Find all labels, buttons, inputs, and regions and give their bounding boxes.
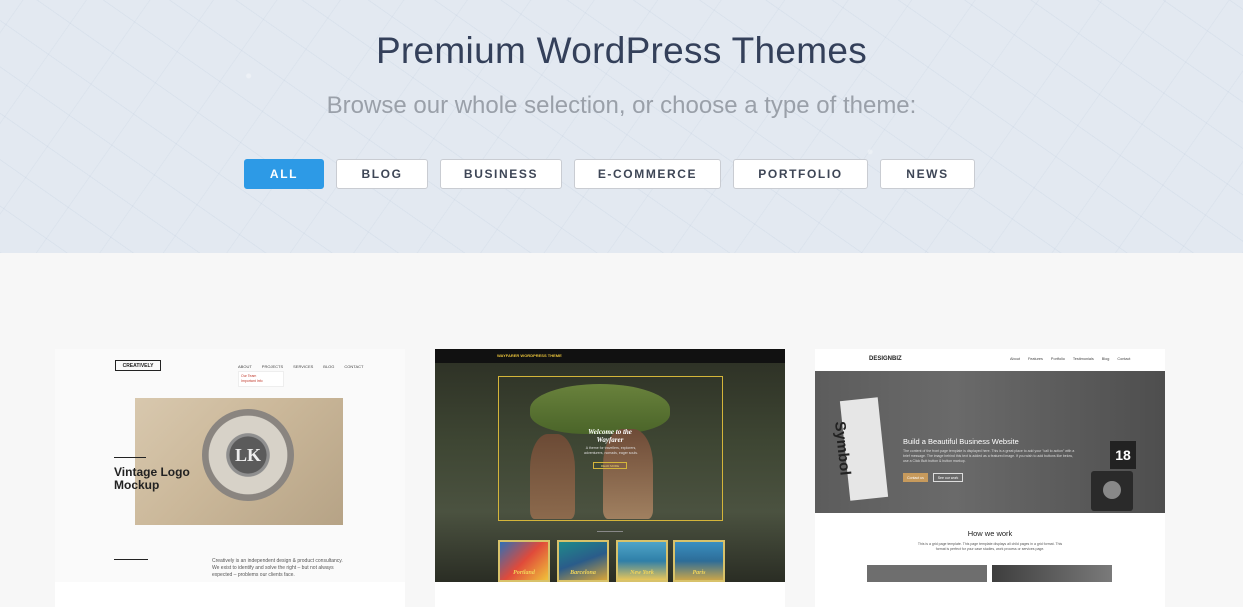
filter-ecommerce-button[interactable]: E-COMMERCE — [574, 159, 721, 189]
preview-nav-item: CONTACT — [344, 364, 364, 369]
theme-card-creatively[interactable]: CREATIVELY ABOUT PROJECTS SERVICES BLOG … — [55, 349, 405, 607]
page-subtitle: Browse our whole selection, or choose a … — [326, 92, 917, 119]
theme-preview-image[interactable]: WAYFARER WORDPRESS THEME Welcome to the … — [435, 349, 785, 582]
preview-welcome: Welcome to the Wayfarer — [588, 428, 632, 444]
preview-poster: New York — [616, 540, 668, 582]
preview-book-title: Symbol — [831, 420, 854, 477]
hero-section: Premium WordPress Themes Browse our whol… — [0, 0, 1243, 253]
preview-poster: Paris — [673, 540, 725, 582]
theme-preview-image[interactable]: CREATIVELY ABOUT PROJECTS SERVICES BLOG … — [55, 349, 405, 582]
preview-section-text: This is a grid page template. This page … — [917, 542, 1063, 551]
preview-poster-label: Portland — [513, 570, 535, 576]
preview-nav-item: SERVICES — [293, 364, 314, 369]
filter-blog-button[interactable]: BLOG — [336, 159, 428, 189]
divider — [114, 457, 146, 458]
preview-slider-dots — [597, 531, 623, 532]
theme-card-wayfarer[interactable]: WAYFARER WORDPRESS THEME Welcome to the … — [435, 349, 785, 607]
preview-nav-item: Contact — [1117, 357, 1131, 361]
preview-nav-item: Testimonials — [1072, 357, 1094, 361]
preview-body-text: The content of the front page template i… — [903, 449, 1075, 463]
preview-badge-text: LK — [234, 444, 261, 465]
preview-book: Symbol — [831, 397, 889, 501]
preview-poster-label: Paris — [692, 570, 706, 576]
preview-nav-item: ABOUT — [238, 364, 252, 369]
theme-preview-image[interactable]: DESIGNBIZ About Features Portfolio Testi… — [815, 349, 1165, 582]
preview-about-text: Creatively is an independent design & pr… — [212, 558, 343, 578]
preview-primary-button: Contact us — [903, 473, 928, 482]
preview-secondary-button: See our work — [933, 473, 963, 482]
preview-dropdown-item: Important Info — [241, 379, 263, 383]
preview-logo: CREATIVELY — [115, 360, 161, 371]
preview-speaker — [1091, 471, 1133, 511]
preview-dropdown: Our Team Important Info — [238, 371, 284, 387]
preview-nav: ABOUT PROJECTS SERVICES BLOG CONTACT — [238, 364, 363, 369]
preview-nav: About Features Portfolio Testimonials Bl… — [1010, 357, 1130, 361]
preview-nav-item: About — [1010, 357, 1020, 361]
preview-poster: Portland — [498, 540, 550, 582]
preview-logo: DESIGNBIZ — [869, 356, 902, 362]
preview-read-more: READ MORE — [593, 462, 627, 469]
preview-grid-image — [867, 565, 987, 582]
preview-hero: Symbol 18 Build a Beautiful Business Web… — [815, 371, 1165, 513]
preview-headline: Vintage Logo Mockup — [114, 465, 190, 492]
theme-card-designbiz[interactable]: DESIGNBIZ About Features Portfolio Testi… — [815, 349, 1165, 607]
preview-nav-item: Features — [1027, 357, 1043, 361]
preview-nav-item: Portfolio — [1050, 357, 1065, 361]
preview-poster-label: New York — [630, 570, 654, 576]
preview-nav-item: PROJECTS — [261, 364, 284, 369]
preview-badge: LK — [202, 409, 294, 501]
preview-poster: Barcelona — [557, 540, 609, 582]
preview-nav-item: BLOG — [323, 364, 335, 369]
preview-topbar-text: WAYFARER WORDPRESS THEME — [497, 353, 562, 358]
filter-all-button[interactable]: ALL — [244, 159, 324, 189]
filter-business-button[interactable]: BUSINESS — [440, 159, 562, 189]
preview-grid-image — [992, 565, 1112, 582]
preview-topbar — [435, 349, 785, 363]
theme-type-filter: ALL BLOG BUSINESS E-COMMERCE PORTFOLIO N… — [0, 159, 1243, 189]
divider — [114, 559, 148, 560]
preview-calendar: 18 — [1110, 441, 1136, 469]
preview-nav-item: Blog — [1101, 357, 1110, 361]
preview-section-title: How we work — [967, 529, 1013, 538]
preview-blurb: A theme for travellers, explorers, adven… — [584, 446, 638, 455]
preview-headline: Build a Beautiful Business Website — [903, 437, 1019, 446]
preview-poster-label: Barcelona — [570, 570, 596, 576]
page-title: Premium WordPress Themes — [375, 30, 868, 71]
filter-news-button[interactable]: NEWS — [880, 159, 975, 189]
filter-portfolio-button[interactable]: PORTFOLIO — [733, 159, 868, 189]
